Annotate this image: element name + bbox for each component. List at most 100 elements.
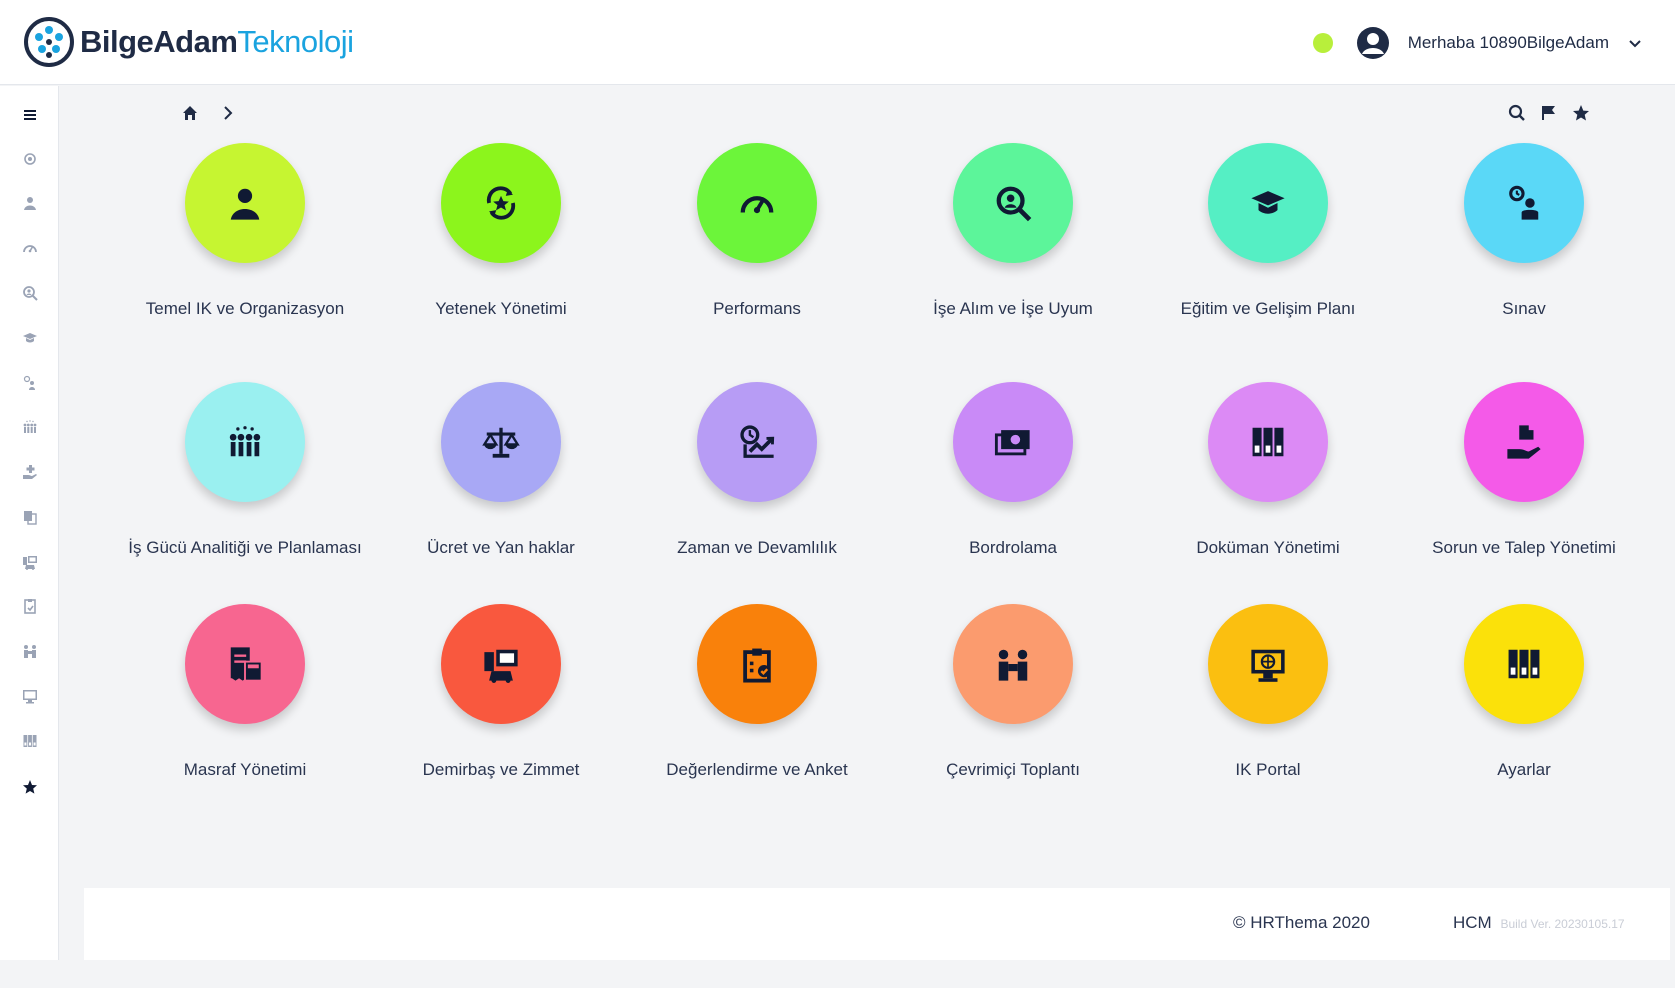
sidebar-item-settings-gear[interactable] <box>0 144 59 174</box>
module-label[interactable]: Yetenek Yönetimi <box>435 299 566 319</box>
brand-part-2: Teknoloji <box>237 24 354 59</box>
survey-icon <box>23 599 36 614</box>
hand-puzzle-icon <box>1507 425 1541 459</box>
module-label[interactable]: Değerlendirme ve Anket <box>666 760 847 780</box>
chevron-down-icon[interactable] <box>1627 35 1643 51</box>
module-tile[interactable]: Ayarlar <box>1404 604 1644 814</box>
module-tile[interactable]: Sınav <box>1404 143 1644 353</box>
avatar-icon[interactable] <box>1356 26 1390 60</box>
module-tile[interactable]: Ücret ve Yan haklar <box>381 382 621 592</box>
sidebar-item-menu[interactable] <box>0 100 59 130</box>
sidebar-item-graduation-cap[interactable] <box>0 323 59 353</box>
module-tile[interactable]: IK Portal <box>1148 604 1388 814</box>
sidebar-item-exam[interactable] <box>0 368 59 398</box>
module-icon-circle[interactable] <box>953 604 1073 724</box>
module-label[interactable]: Sorun ve Talep Yönetimi <box>1432 538 1616 558</box>
module-label[interactable]: Ayarlar <box>1497 760 1551 780</box>
star-icon[interactable] <box>1572 104 1590 122</box>
module-tile[interactable]: Bordrolama <box>893 382 1133 592</box>
module-tile[interactable]: Zaman ve Devamlılık <box>637 382 877 592</box>
module-icon-circle[interactable] <box>185 143 305 263</box>
module-label[interactable]: İşe Alım ve İşe Uyum <box>933 299 1093 319</box>
module-icon-circle[interactable] <box>953 382 1073 502</box>
survey-clipboard-icon <box>743 648 771 683</box>
assets-icon <box>484 649 518 683</box>
module-icon-circle[interactable] <box>1208 382 1328 502</box>
module-tile[interactable]: Doküman Yönetimi <box>1148 382 1388 592</box>
speedometer-icon <box>740 196 774 214</box>
module-icon-circle[interactable] <box>185 382 305 502</box>
scales-icon <box>482 427 520 458</box>
module-icon-circle[interactable] <box>697 604 817 724</box>
module-tile[interactable]: Değerlendirme ve Anket <box>637 604 877 814</box>
search-person-icon <box>22 286 38 301</box>
module-label[interactable]: IK Portal <box>1235 760 1300 780</box>
sidebar-item-user[interactable] <box>0 188 59 218</box>
user-greeting[interactable]: Merhaba 10890BilgeAdam <box>1408 33 1609 53</box>
graduation-cap-icon <box>22 333 37 343</box>
module-icon-circle[interactable] <box>697 143 817 263</box>
module-icon-circle[interactable] <box>441 143 561 263</box>
module-icon-circle[interactable] <box>1464 143 1584 263</box>
module-icon-circle[interactable] <box>1464 382 1584 502</box>
module-label[interactable]: Bordrolama <box>969 538 1057 558</box>
module-label[interactable]: Demirbaş ve Zimmet <box>423 760 580 780</box>
settings-gear-icon <box>23 153 36 165</box>
flag-icon[interactable] <box>1540 104 1558 122</box>
module-tile[interactable]: İşe Alım ve İşe Uyum <box>893 143 1133 353</box>
module-label[interactable]: Temel IK ve Organizasyon <box>146 299 344 319</box>
sidebar-item-speedometer[interactable] <box>0 233 59 263</box>
module-label[interactable]: Eğitim ve Gelişim Planı <box>1181 299 1356 319</box>
module-tile[interactable]: Masraf Yönetimi <box>125 604 365 814</box>
sidebar-item-survey[interactable] <box>0 591 59 621</box>
sidebar-item-star[interactable] <box>0 772 59 802</box>
home-icon[interactable] <box>181 104 199 122</box>
module-label[interactable]: Zaman ve Devamlılık <box>677 538 837 558</box>
module-label[interactable]: Masraf Yönetimi <box>184 760 307 780</box>
module-icon-circle[interactable] <box>441 382 561 502</box>
sidebar-item-search-person[interactable] <box>0 278 59 308</box>
module-label[interactable]: Sınav <box>1502 299 1545 319</box>
sidebar-item-monitor[interactable] <box>0 681 59 711</box>
meeting-icon <box>998 649 1028 681</box>
sidebar-item-team[interactable] <box>0 412 59 442</box>
module-tile[interactable]: Eğitim ve Gelişim Planı <box>1148 143 1388 353</box>
copyright-text: © HRThema 2020 <box>1233 913 1370 932</box>
user-icon <box>23 197 36 210</box>
menu-icon <box>23 110 36 120</box>
time-trend-icon <box>740 425 775 458</box>
module-icon-circle[interactable] <box>697 382 817 502</box>
brand-logo[interactable]: BilgeAdamTeknoloji <box>22 15 354 69</box>
module-icon-circle[interactable] <box>953 143 1073 263</box>
module-icon-circle[interactable] <box>1208 143 1328 263</box>
money-stack-icon <box>994 430 1030 456</box>
top-bar: BilgeAdamTeknoloji Merhaba 10890BilgeAda… <box>0 0 1675 85</box>
sidebar-item-documents[interactable] <box>0 502 59 532</box>
sidebar-item-hand-plus[interactable] <box>0 457 59 487</box>
module-tile[interactable]: Performans <box>637 143 877 353</box>
module-icon-circle[interactable] <box>185 604 305 724</box>
user-area: Merhaba 10890BilgeAdam <box>1312 0 1643 85</box>
module-icon-circle[interactable] <box>1208 604 1328 724</box>
module-label[interactable]: Doküman Yönetimi <box>1196 538 1339 558</box>
module-icon-circle[interactable] <box>441 604 561 724</box>
exam-timer-icon <box>1509 185 1539 220</box>
build-version: Build Ver. 20230105.17 <box>1500 917 1625 931</box>
module-tile[interactable]: İş Gücü Analitiği ve Planlaması <box>125 382 365 592</box>
module-label[interactable]: Çevrimiçi Toplantı <box>946 760 1080 780</box>
sidebar-item-meeting[interactable] <box>0 636 59 666</box>
module-tile[interactable]: Temel IK ve Organizasyon <box>125 143 365 353</box>
binders-icon <box>23 735 36 747</box>
module-tile[interactable]: Yetenek Yönetimi <box>381 143 621 353</box>
sidebar-item-assets[interactable] <box>0 547 59 577</box>
module-icon-circle[interactable] <box>1464 604 1584 724</box>
search-icon[interactable] <box>1508 104 1526 122</box>
module-label[interactable]: Performans <box>713 299 801 319</box>
binders-icon <box>1252 427 1284 457</box>
module-tile[interactable]: Sorun ve Talep Yönetimi <box>1404 382 1644 592</box>
module-tile[interactable]: Demirbaş ve Zimmet <box>381 604 621 814</box>
module-label[interactable]: İş Gücü Analitiği ve Planlaması <box>128 538 361 558</box>
module-label[interactable]: Ücret ve Yan haklar <box>427 538 575 558</box>
sidebar-item-binders[interactable] <box>0 726 59 756</box>
module-tile[interactable]: Çevrimiçi Toplantı <box>893 604 1133 814</box>
